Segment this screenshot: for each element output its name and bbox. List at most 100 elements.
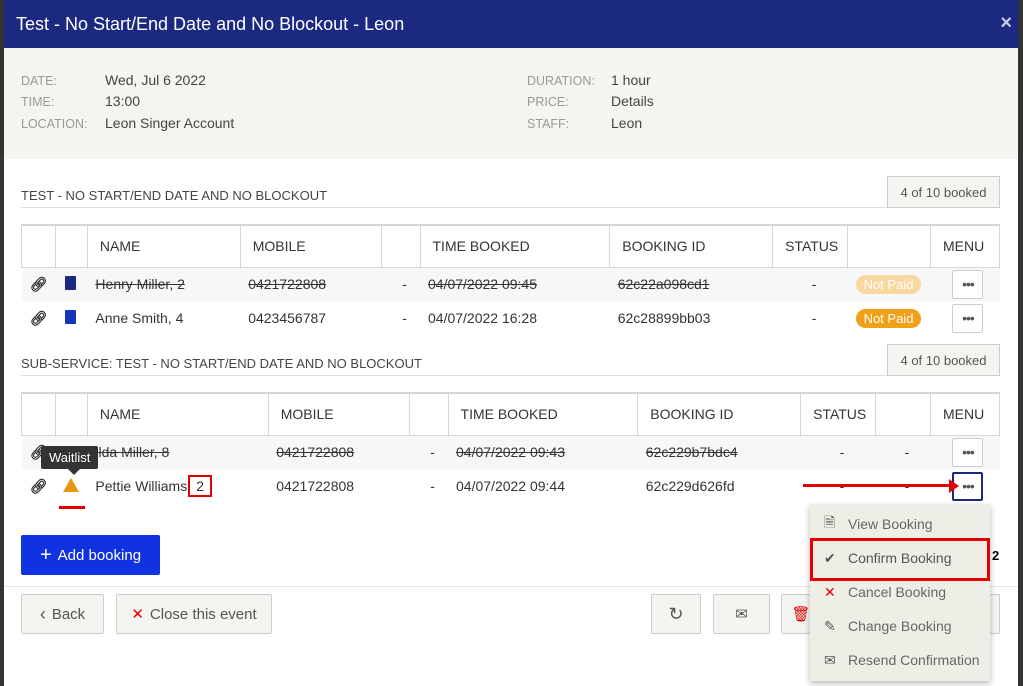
- booking-name[interactable]: Henry Miller, 2: [87, 267, 241, 301]
- link-icon[interactable]: 🔗︎: [30, 310, 48, 326]
- refresh-button[interactable]: ↻: [651, 594, 701, 634]
- close-event-label: Close this event: [149, 605, 257, 623]
- status-badge: Not Paid: [855, 309, 922, 328]
- time-label: TIME:: [21, 95, 55, 109]
- col-status: STATUS: [772, 224, 849, 268]
- edit-icon: ✎: [824, 617, 836, 634]
- booking-status: -: [800, 435, 876, 469]
- close-icon: ✕: [824, 583, 836, 600]
- menu-item-label: Change Booking: [848, 618, 952, 634]
- booking-mobile: 0421722808: [276, 478, 355, 494]
- duration-value: 1 hour: [611, 72, 651, 88]
- time-value: 13:00: [105, 93, 141, 109]
- booking-id: 62c22a098cd1: [609, 267, 773, 301]
- refresh-icon: ↻: [668, 603, 684, 624]
- document-icon: 🗎︎: [824, 514, 836, 530]
- col-type: [54, 392, 88, 436]
- modal-title: Test - No Start/End Date and No Blockout…: [16, 13, 405, 34]
- menu-item-change-booking[interactable]: ✎ Change Booking: [810, 609, 990, 643]
- booking-name[interactable]: Pettie Williams: [95, 478, 187, 494]
- col-menu: MENU: [929, 392, 1001, 436]
- booking-mobile: 0421722808: [240, 267, 382, 301]
- envelope-icon: ✉: [735, 606, 748, 623]
- staff-value: Leon: [611, 115, 643, 131]
- link-icon[interactable]: 🔗︎: [30, 276, 48, 292]
- col-extra: [875, 392, 931, 436]
- row-menu-button[interactable]: •••: [952, 303, 984, 333]
- section-divider: [21, 375, 887, 376]
- date-value: Wed, Jul 6 2022: [105, 72, 206, 88]
- close-icon: ✕: [131, 606, 144, 623]
- booking-dash: -: [430, 478, 435, 494]
- booking-dash: -: [409, 435, 449, 469]
- status-badge: Not Paid: [855, 275, 922, 295]
- table-row: 🔗︎ ilda Miller, 8 0421722808 - 04/07/202…: [21, 435, 1000, 469]
- col-booking-id: BOOKING ID: [609, 224, 774, 268]
- book-icon: [65, 309, 77, 324]
- arrow-head: [949, 479, 959, 493]
- booking-mobile: 0423456787: [248, 310, 327, 326]
- menu-item-resend-confirmation[interactable]: ✉ Resend Confirmation: [810, 643, 990, 677]
- price-details-link[interactable]: Details: [611, 93, 654, 109]
- location-label: LOCATION:: [21, 117, 88, 131]
- book-icon: [65, 275, 77, 290]
- menu-item-label: Cancel Booking: [848, 584, 947, 600]
- booking-name[interactable]: ilda Miller, 8: [87, 435, 269, 469]
- add-booking-label: Add booking: [57, 546, 142, 564]
- booking-id: 62c28899bb03: [617, 310, 711, 326]
- booking-time: 04/07/2022 16:28: [428, 310, 537, 326]
- price-label: PRICE:: [527, 95, 569, 109]
- col-menu: MENU: [929, 224, 1001, 268]
- back-button[interactable]: ‹ Back: [21, 594, 104, 634]
- event-modal: Test - No Start/End Date and No Blockout…: [4, 0, 1018, 686]
- col-blank: [408, 392, 449, 436]
- col-pay: [847, 224, 931, 268]
- col-type: [54, 224, 88, 268]
- add-booking-button[interactable]: + Add booking: [21, 535, 160, 575]
- warning-icon[interactable]: [63, 477, 80, 492]
- table-row: 🔗︎ Anne Smith, 4 0423456787 - 04/07/2022…: [22, 301, 1000, 335]
- table-row: 🔗︎ Henry Miller, 2 0421722808 - 04/07/20…: [21, 267, 1000, 301]
- col-blank: [380, 224, 421, 268]
- booking-extra: -: [875, 435, 931, 469]
- booked-count-badge: 4 of 10 booked: [887, 176, 1000, 208]
- booking-mobile: 0421722808: [268, 435, 410, 469]
- count-annotation: 2: [188, 475, 213, 497]
- warning-underline: [59, 506, 85, 509]
- booking-time: 04/07/2022 09:44: [456, 478, 566, 494]
- booking-id: 62c229d626fd: [645, 478, 735, 494]
- col-booking-id: BOOKING ID: [637, 392, 802, 436]
- col-mobile: MOBILE: [239, 224, 382, 268]
- email-button[interactable]: ✉: [713, 594, 770, 634]
- section-divider: [21, 207, 887, 208]
- close-icon[interactable]: ×: [1000, 12, 1012, 35]
- trash-icon: 🗑︎: [791, 606, 811, 623]
- booking-time: 04/07/2022 09:43: [448, 435, 638, 469]
- plus-icon: +: [39, 543, 52, 566]
- booking-name-cell: Pettie Williams 2: [87, 469, 268, 503]
- booking-dash: -: [381, 267, 420, 301]
- waitlist-tooltip: Waitlist: [41, 446, 99, 475]
- booking-name[interactable]: Anne Smith, 4: [87, 301, 240, 335]
- row-menu-button[interactable]: •••: [952, 437, 984, 467]
- close-event-button[interactable]: ✕ Close this event: [116, 594, 272, 634]
- location-value: Leon Singer Account: [105, 115, 235, 131]
- col-name: NAME: [86, 224, 241, 268]
- row-menu-button[interactable]: •••: [952, 269, 984, 299]
- booking-dash: -: [402, 310, 407, 326]
- confirm-highlight-box: [810, 538, 990, 581]
- chevron-left-icon: ‹: [39, 603, 46, 624]
- link-icon[interactable]: 🔗︎: [30, 478, 48, 494]
- col-mobile: MOBILE: [267, 392, 410, 436]
- booked-count-badge: 4 of 10 booked: [887, 344, 1000, 376]
- menu-item-view-booking[interactable]: 🗎︎ View Booking: [810, 507, 990, 541]
- row-action-menu: 🗎︎ View Booking ✔ Confirm Booking ✕ Cancel …: [810, 505, 990, 681]
- event-info: DATE: Wed, Jul 6 2022 TIME: 13:00 LOCATI…: [4, 48, 1018, 159]
- booking-status: -: [772, 267, 848, 301]
- staff-label: STAFF:: [527, 117, 570, 131]
- menu-item-label: Resend Confirmation: [848, 652, 980, 668]
- col-link: [21, 224, 56, 268]
- col-time-booked: TIME BOOKED: [447, 392, 639, 436]
- booking-time: 04/07/2022 09:45: [420, 267, 610, 301]
- modal-header: Test - No Start/End Date and No Blockout…: [4, 0, 1018, 48]
